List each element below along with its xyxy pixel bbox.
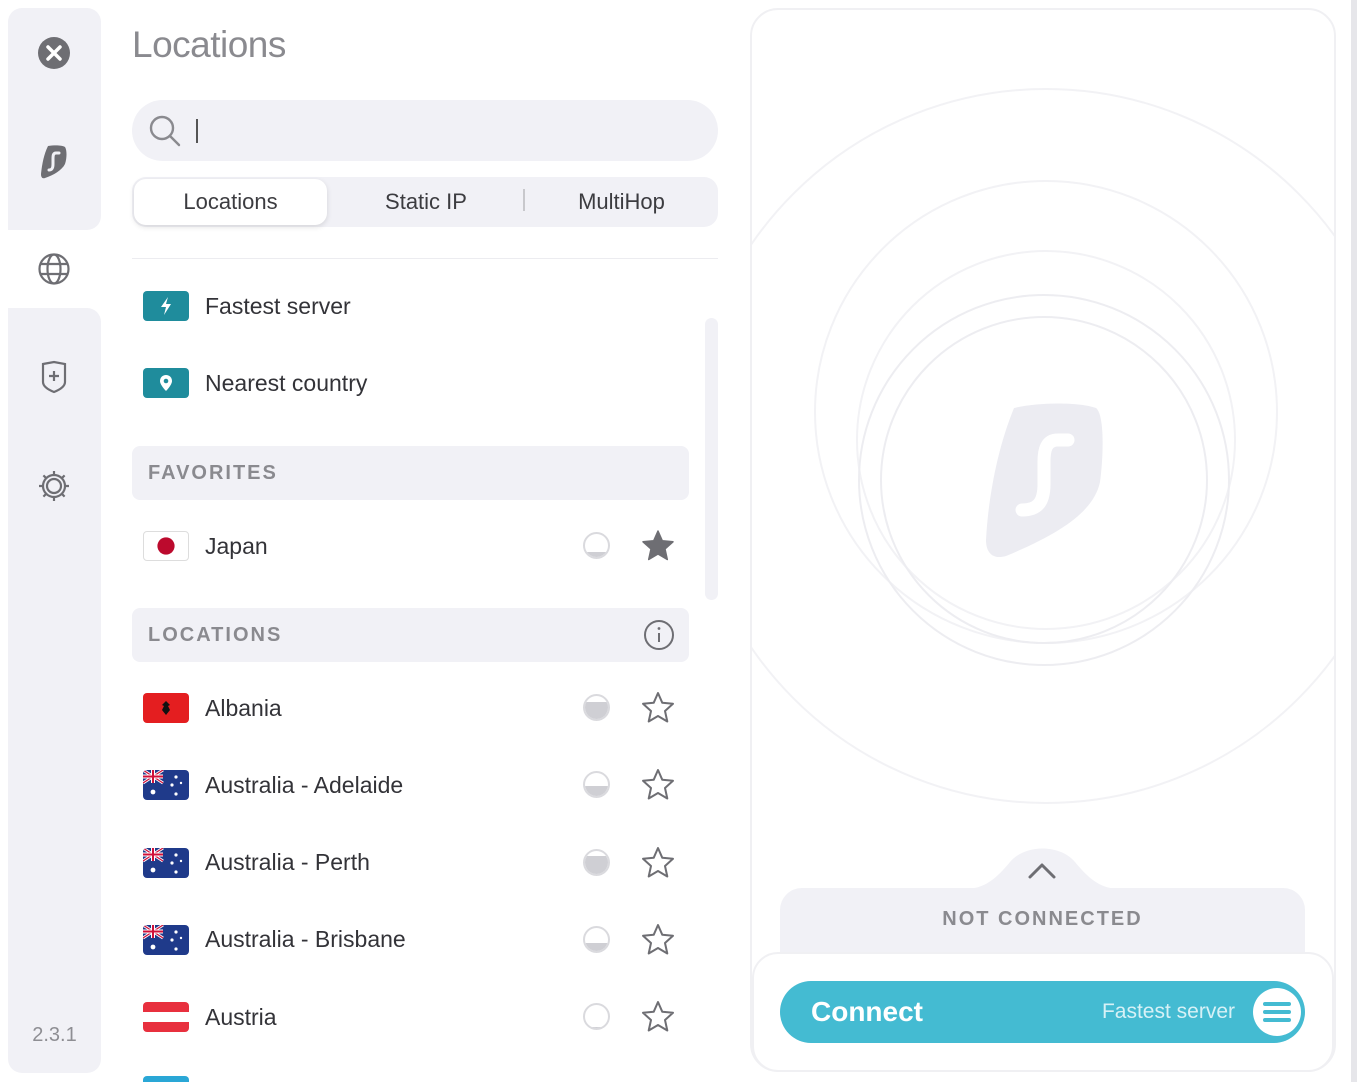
locations-header: LOCATIONS xyxy=(132,608,689,662)
favorite-row-japan[interactable]: Japan xyxy=(132,516,692,576)
location-label: Australia - Brisbane xyxy=(205,926,406,953)
tab-locations[interactable]: Locations xyxy=(134,179,327,225)
fastest-server-badge xyxy=(143,291,189,321)
flag-japan-icon xyxy=(143,531,189,561)
favorite-star-icon[interactable] xyxy=(640,999,676,1035)
location-label: Australia - Adelaide xyxy=(205,771,404,798)
location-row[interactable]: Australia - Adelaide xyxy=(132,755,692,815)
location-row[interactable]: Austria xyxy=(132,987,692,1047)
tab-multihop[interactable]: MultiHop xyxy=(525,177,718,227)
lightning-icon xyxy=(161,297,171,315)
list-scrollbar[interactable] xyxy=(705,318,718,600)
sidebar-item-locations[interactable] xyxy=(34,249,74,289)
close-icon xyxy=(38,37,70,69)
chevron-up-icon[interactable] xyxy=(1026,859,1058,881)
location-label: Japan xyxy=(205,532,268,559)
server-load-indicator xyxy=(583,1003,610,1031)
server-load-indicator xyxy=(583,848,610,876)
flag-australia-icon xyxy=(143,770,189,801)
location-label: Austria xyxy=(205,1003,277,1030)
sidebar-item-home[interactable] xyxy=(34,142,74,182)
nearest-country-badge xyxy=(143,368,189,398)
text-cursor xyxy=(196,118,198,143)
surfshark-logo-icon xyxy=(41,145,67,179)
location-row[interactable]: Australia - Brisbane xyxy=(132,910,692,970)
info-icon[interactable] xyxy=(643,619,675,651)
nearest-country-label: Nearest country xyxy=(205,369,368,396)
globe-icon xyxy=(38,253,70,285)
app-version: 2.3.1 xyxy=(32,1024,77,1046)
flag-australia-icon xyxy=(143,847,189,878)
search-field[interactable] xyxy=(132,100,718,161)
server-load-indicator xyxy=(583,694,610,721)
server-load-indicator xyxy=(583,532,610,559)
search-icon xyxy=(149,115,181,146)
location-row[interactable]: Australia - Perth xyxy=(132,833,692,893)
sidebar-close-button[interactable] xyxy=(34,33,74,73)
favorite-star-icon[interactable] xyxy=(640,845,676,881)
location-label: Australia - Perth xyxy=(205,849,370,876)
favorites-header: FAVORITES xyxy=(132,446,689,500)
locations-header-label: LOCATIONS xyxy=(148,623,283,646)
search-input[interactable] xyxy=(202,116,702,145)
tab-static-ip[interactable]: Static IP xyxy=(329,177,523,227)
connection-status: NOT CONNECTED xyxy=(942,908,1143,930)
shield-plus-icon xyxy=(41,360,67,394)
surfshark-logo-large-icon xyxy=(986,403,1103,558)
menu-icon xyxy=(1263,1002,1291,1022)
connect-button[interactable]: Connect Fastest server xyxy=(780,981,1305,1043)
connect-label: Connect xyxy=(811,996,923,1027)
page-title: Locations xyxy=(132,24,286,65)
server-load-indicator xyxy=(583,925,610,953)
gear-icon xyxy=(39,471,69,501)
fastest-server-label: Fastest server xyxy=(205,292,351,319)
sidebar-bottom xyxy=(8,308,101,1073)
flag-austria-icon xyxy=(143,1002,189,1033)
connect-target-label: Fastest server xyxy=(1101,1000,1235,1023)
favorite-star-icon[interactable] xyxy=(640,767,676,803)
favorite-star-icon[interactable] xyxy=(640,922,676,958)
window-scrollbar[interactable] xyxy=(1351,0,1357,1082)
server-menu-button[interactable] xyxy=(1253,988,1301,1036)
favorite-star-filled-icon[interactable] xyxy=(640,528,676,564)
flag-albania-icon xyxy=(143,693,189,723)
sidebar-item-settings[interactable] xyxy=(34,466,74,506)
favorites-header-label: FAVORITES xyxy=(148,461,278,484)
fastest-server-item[interactable]: Fastest server xyxy=(132,276,692,336)
flag-australia-icon xyxy=(143,924,189,955)
nearest-country-item[interactable]: Nearest country xyxy=(132,353,692,413)
location-pin-icon xyxy=(160,375,172,391)
divider xyxy=(132,258,718,259)
flag-partial-icon xyxy=(143,1076,189,1082)
location-label: Albania xyxy=(205,694,282,721)
server-load-indicator xyxy=(583,771,610,799)
favorite-star-icon[interactable] xyxy=(640,690,676,726)
location-type-tabs: Locations Static IP MultiHop xyxy=(132,177,718,227)
location-row[interactable]: Albania xyxy=(132,678,692,738)
sidebar-item-antivirus[interactable] xyxy=(34,357,74,397)
